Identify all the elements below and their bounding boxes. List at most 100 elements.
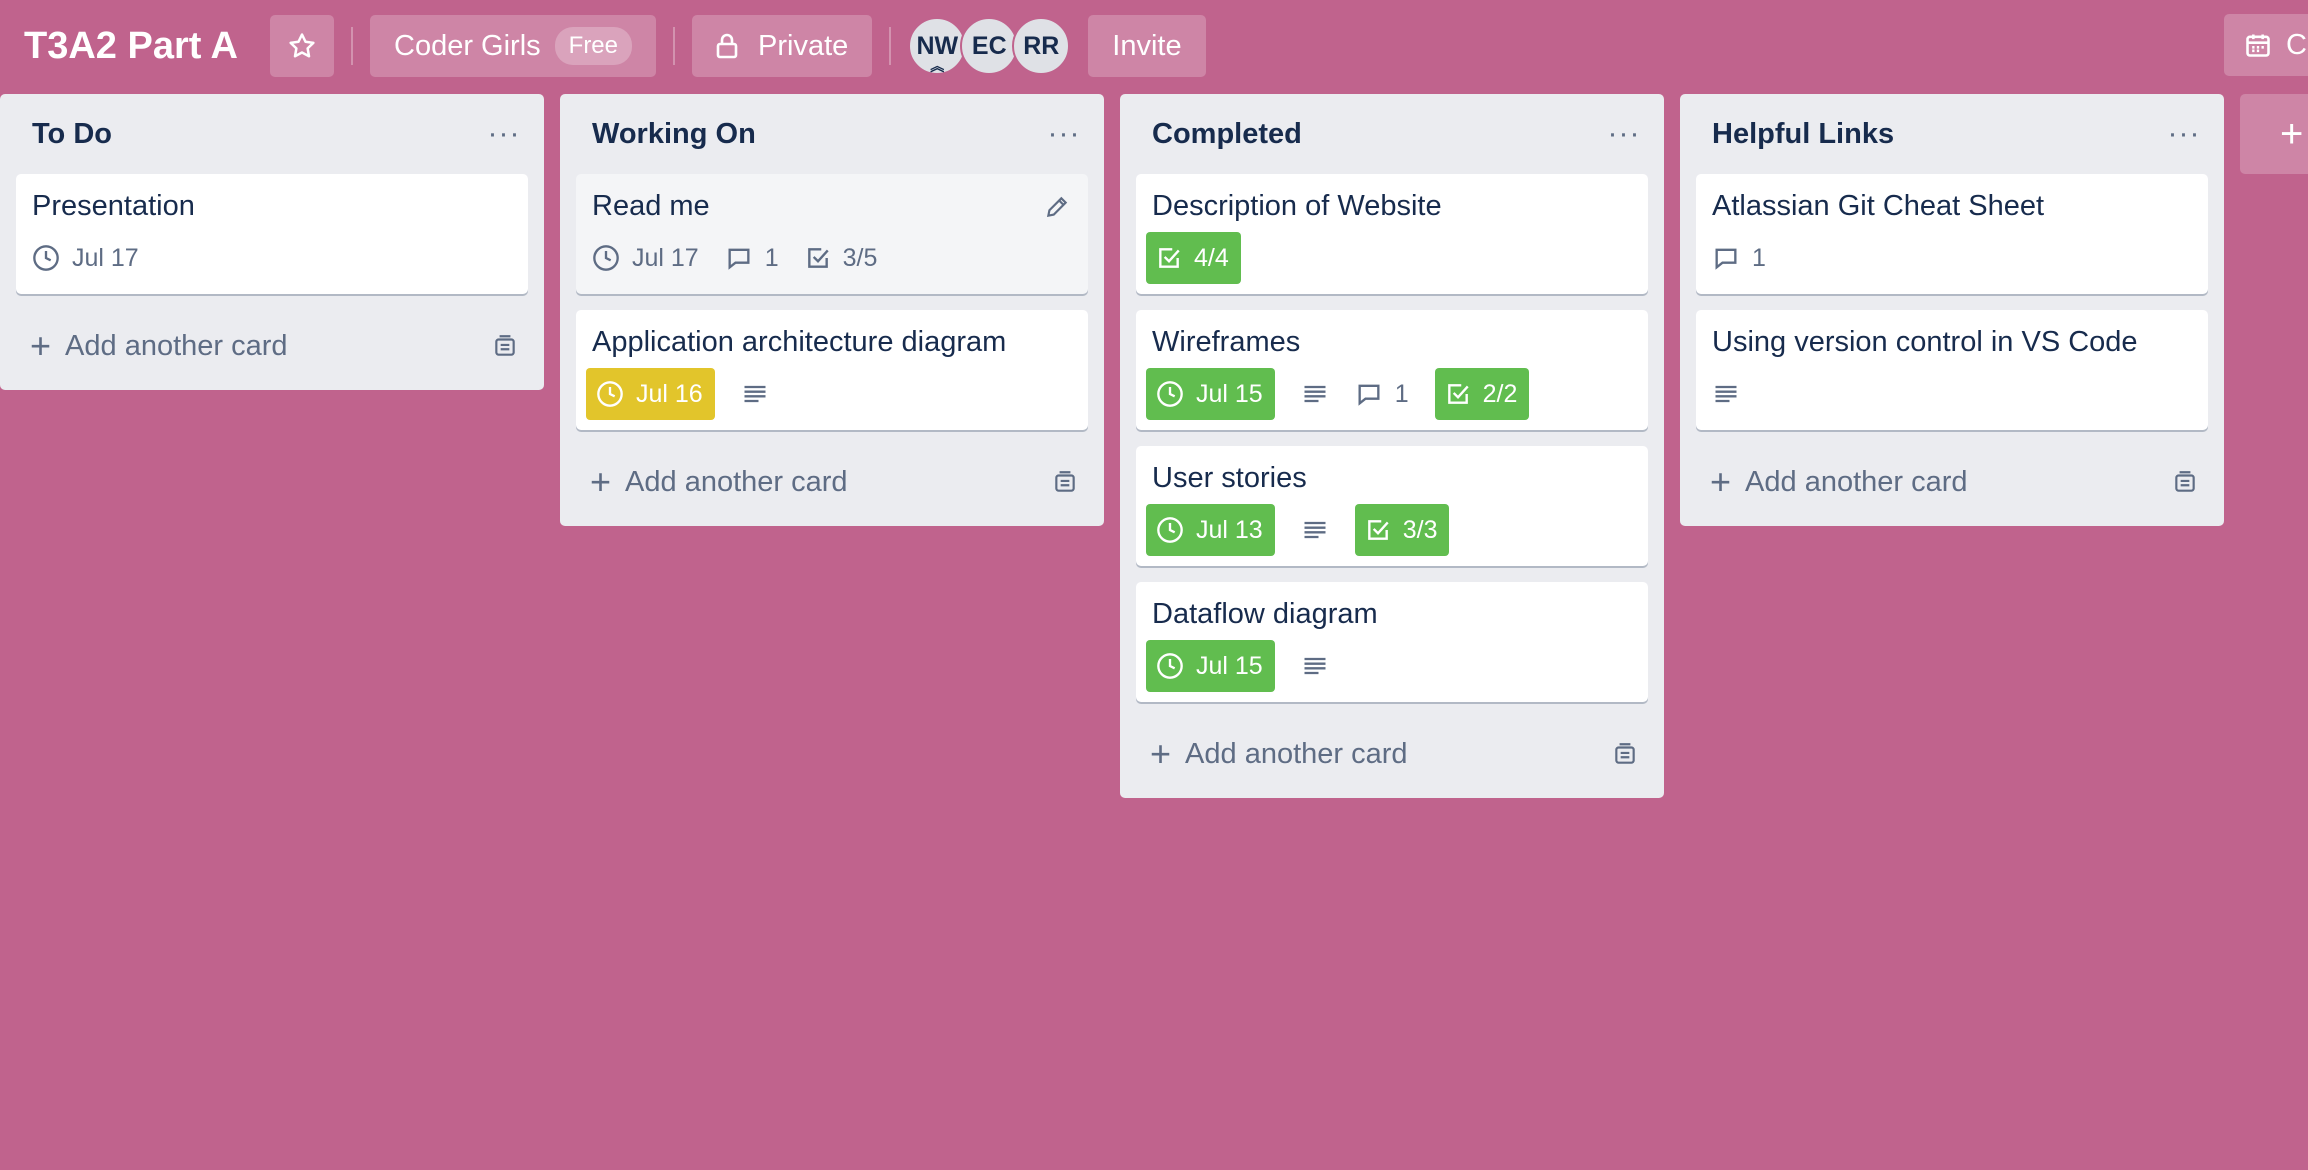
comments-badge: 1 [1355,368,1409,420]
card-template-icon[interactable] [2172,469,2198,495]
card-badges: Jul 13 3/3 [1146,504,1632,556]
calendar-icon [2246,34,2270,57]
due-date-badge[interactable]: Jul 15 [1146,640,1275,692]
due-date-badge[interactable]: Jul 16 [586,368,715,420]
pencil-icon[interactable] [1044,194,1070,225]
list-title[interactable]: Completed [1152,118,1302,151]
card-title: Application architecture diagram [592,326,1007,358]
card[interactable]: Wireframes Jul 15 1 2/2 [1136,310,1648,430]
clock-icon [597,381,623,407]
card[interactable]: Dataflow diagram Jul 15 [1136,582,1648,702]
description-icon [1301,504,1329,556]
due-date-badge[interactable]: Jul 15 [1146,368,1275,420]
due-date-badge[interactable]: Jul 13 [1146,504,1275,556]
card-title: User stories [1152,462,1307,494]
invite-button[interactable]: Invite [1088,15,1206,77]
description-icon [1301,368,1329,420]
plus-icon: + [1710,461,1732,502]
admin-chevron-icon: ︽ [930,58,945,74]
card-badges: Jul 15 [1146,640,1632,692]
card-title: Atlassian Git Cheat Sheet [1712,190,2045,222]
card-badges: Jul 17 [32,232,512,284]
more-icon[interactable]: ··· [1040,110,1088,158]
board-header: T3A2 Part A Coder Girls Free Private NW … [0,0,2308,92]
clock-icon [1157,381,1183,407]
clock-icon [33,245,59,271]
avatar[interactable]: RR [1012,17,1071,75]
checkbox-icon [1447,384,1469,404]
list-helpful-links: Helpful Links ··· Atlassian Git Cheat Sh… [1680,94,2224,526]
add-card-button[interactable]: + Add another card [1136,718,1648,790]
add-list-button[interactable]: + [2240,94,2308,174]
card-title: Read me [592,190,710,222]
star-button[interactable] [270,15,334,77]
card-badges [1712,368,2192,420]
calendar-button[interactable]: C [2224,14,2308,76]
list-header: Completed ··· [1136,94,1648,174]
checklist-badge: 4/4 [1146,232,1241,284]
card-title: Description of Website [1152,190,1442,222]
star-icon [289,33,315,58]
add-card-button[interactable]: + Add another card [576,446,1088,518]
description-icon [1712,368,1740,420]
list-title[interactable]: Working On [592,118,756,151]
card-title: Using version control in VS Code [1712,326,2138,358]
card-title: Wireframes [1152,326,1301,358]
board-title[interactable]: T3A2 Part A [24,25,238,68]
visibility-button[interactable]: Private [692,15,873,77]
checkbox-icon [807,248,829,268]
description-icon [741,368,769,420]
more-icon[interactable]: ··· [2160,110,2208,158]
card-badges: Jul 15 1 2/2 [1146,368,1632,420]
header-divider [673,27,676,65]
plus-icon: + [590,461,612,502]
list-working-on: Working On ··· Read me Jul 17 1 3/5 Appl… [560,94,1104,526]
list-title[interactable]: Helpful Links [1712,118,1894,151]
plus-icon: + [2280,111,2304,156]
card-title: Presentation [32,190,195,222]
workspace-button[interactable]: Coder Girls Free [370,15,657,77]
card[interactable]: Application architecture diagram Jul 16 [576,310,1088,430]
visibility-label: Private [758,29,849,62]
checklist-badge: 3/3 [1354,504,1450,556]
plus-icon: + [1150,733,1172,774]
card[interactable]: User stories Jul 13 3/3 [1136,446,1648,566]
card-template-icon[interactable] [492,333,518,359]
checkbox-icon [1367,520,1389,540]
list-header: To Do ··· [16,94,528,174]
due-date-badge[interactable]: Jul 17 [32,232,139,284]
card-badges: Jul 17 1 3/5 [592,232,1072,284]
clock-icon [1157,517,1183,543]
card[interactable]: Read me Jul 17 1 3/5 [576,174,1088,294]
list-to-do: To Do ··· Presentation Jul 17 + Add anoth… [0,94,544,390]
header-divider [889,27,892,65]
card-template-icon[interactable] [1052,469,1078,495]
clock-icon [1157,653,1183,679]
due-date-badge[interactable]: Jul 17 [592,232,699,284]
avatar[interactable]: NW ︽ [908,17,967,75]
list-header: Working On ··· [576,94,1088,174]
description-icon [1301,640,1329,692]
card-template-icon[interactable] [1612,741,1638,767]
lock-icon [716,33,738,59]
more-icon[interactable]: ··· [1600,110,1648,158]
card-badges: 4/4 [1146,232,1632,284]
list-completed: Completed ··· Description of Website 4/4… [1120,94,1664,798]
card[interactable]: Using version control in VS Code [1696,310,2208,430]
card-badges: Jul 16 [586,368,1072,420]
avatar[interactable]: EC [960,17,1019,75]
add-card-button[interactable]: + Add another card [16,310,528,382]
plus-icon: + [30,325,52,366]
card[interactable]: Presentation Jul 17 [16,174,528,294]
comment-icon [1358,384,1380,406]
more-icon[interactable]: ··· [480,110,528,158]
list-title[interactable]: To Do [32,118,112,151]
add-card-button[interactable]: + Add another card [1696,446,2208,518]
checkbox-icon [1159,248,1180,268]
calendar-label: C [2286,28,2307,61]
comment-icon [1715,248,1737,270]
card[interactable]: Atlassian Git Cheat Sheet 1 [1696,174,2208,294]
clock-icon [593,245,619,271]
header-divider [351,27,353,65]
card[interactable]: Description of Website 4/4 [1136,174,1648,294]
